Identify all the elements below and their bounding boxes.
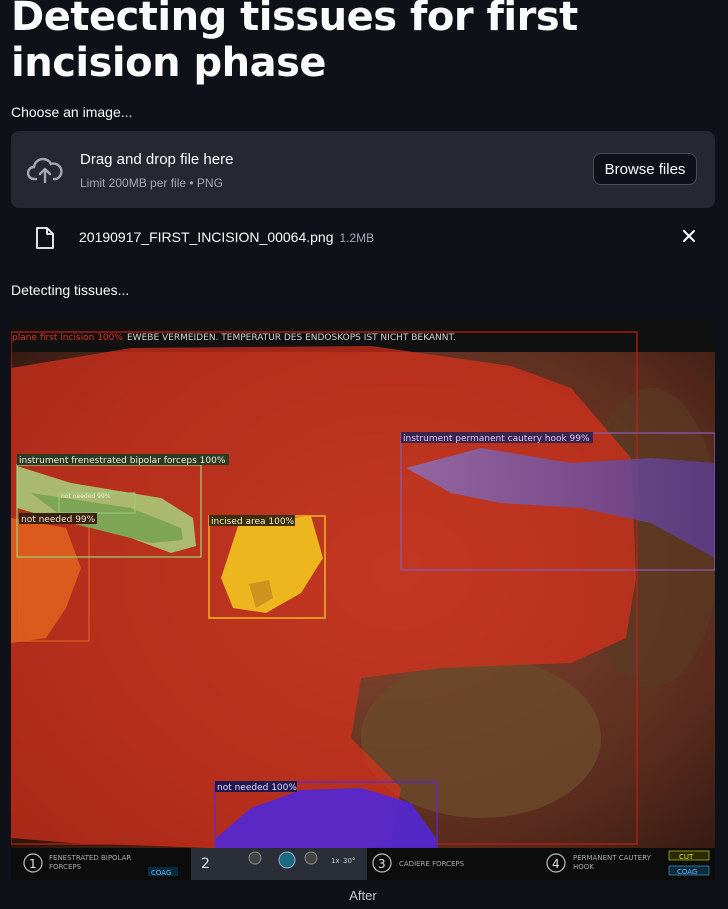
file-uploader-label: Choose an image... [11, 104, 133, 120]
hud-slot4-number: 4 [552, 857, 560, 871]
uploaded-file-name: 20190917_FIRST_INCISION_00064.png 1.2MB [79, 229, 374, 245]
hud-slot4-label-b: HOOK [573, 863, 594, 871]
detection-result-image: plane first incision 100% EWEBE VERMEIDE… [11, 318, 715, 880]
detection-label-incised: incised area 100% [211, 517, 295, 527]
file-icon [36, 227, 54, 249]
instrument-hud: 1 FENESTRATED BIPOLAR FORCEPS COAG 2 1x … [11, 848, 715, 880]
image-caption: After [349, 888, 377, 903]
file-dropzone[interactable]: Drag and drop file here Limit 200MB per … [11, 131, 715, 208]
warning-banner-text: EWEBE VERMEIDEN. TEMPERATUR DES ENDOSKOP… [127, 333, 456, 343]
detection-label-not-needed-green: not needed 99% [61, 493, 111, 500]
file-name-text: 20190917_FIRST_INCISION_00064.png [79, 229, 334, 245]
hud-slot1-label-a: FENESTRATED BIPOLAR [49, 854, 131, 862]
hud-slot1-label-b: FORCEPS [49, 863, 82, 871]
detection-label-forceps: instrument frenestrated bipolar forceps … [19, 456, 226, 466]
hud-slot2-angle: 30° [343, 857, 355, 865]
hud-slot4-tag-coag: COAG [677, 868, 697, 876]
dropzone-instructions: Drag and drop file here [80, 151, 234, 168]
status-text: Detecting tissues... [11, 282, 130, 298]
file-size: 1.2MB [339, 231, 375, 245]
browse-files-button[interactable]: Browse files [593, 153, 697, 185]
close-icon[interactable] [679, 226, 699, 248]
segmentation-overlay: plane first incision 100% EWEBE VERMEIDE… [11, 318, 715, 880]
hud-slot2-number: 2 [201, 856, 210, 872]
cloud-upload-icon [27, 157, 63, 184]
hud-slot1-tag: COAG [151, 869, 171, 877]
hud-slot3-label: CADIERE FORCEPS [399, 860, 465, 868]
page-title: Detecting tissues for first incision pha… [11, 0, 578, 86]
hud-slot3-number: 3 [378, 857, 386, 871]
hud-slot2-zoom: 1x [331, 857, 340, 865]
hud-slot1-number: 1 [29, 857, 37, 871]
uploaded-file-row: 20190917_FIRST_INCISION_00064.png 1.2MB [11, 222, 715, 252]
detection-label-plane: plane first incision 100% [12, 333, 123, 343]
hud-slot4-tag-cut: CUT [679, 853, 694, 861]
dropzone-limit: Limit 200MB per file • PNG [80, 176, 223, 190]
hud-slot4-label-a: PERMANENT CAUTERY [573, 854, 652, 862]
detection-label-cautery: instrument permanent cautery hook 99% [403, 434, 590, 444]
detection-label-not-needed-orange: not needed 99% [21, 515, 96, 525]
detection-label-not-needed-blue: not needed 100% [217, 783, 297, 793]
